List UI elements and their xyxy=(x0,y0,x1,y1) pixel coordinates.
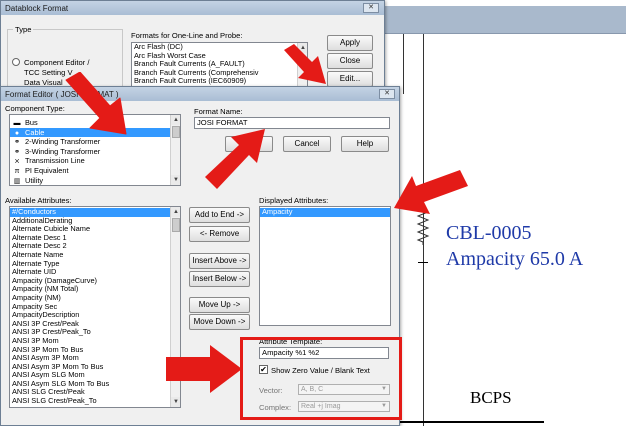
arrow-to-ok-icon xyxy=(205,129,265,189)
list-item[interactable]: Ampacity Sec xyxy=(10,303,180,312)
cable-icon: ● xyxy=(14,129,20,137)
arrow-to-template-icon xyxy=(166,345,242,393)
arrow-to-cable-icon xyxy=(65,72,127,135)
list-item-label: 3-Winding Transformer xyxy=(25,146,101,156)
list-item-label: Utility xyxy=(25,175,44,185)
background-toolbar-strip xyxy=(385,6,626,34)
list-item[interactable]: ANSI Sym 3P INT xyxy=(10,406,180,407)
move-down-button[interactable]: Move Down -> xyxy=(189,314,250,330)
edit-button[interactable]: Edit... xyxy=(327,71,373,87)
tick-mark xyxy=(418,262,428,263)
list-item[interactable]: Alternate Cubicle Name xyxy=(10,225,180,234)
scroll-up-icon[interactable]: ▲ xyxy=(171,115,180,125)
list-item[interactable]: ANSI SLG Crest/Peak_To xyxy=(10,397,180,406)
type-group-label: Type xyxy=(13,25,34,34)
bus-icon: ▬ xyxy=(13,120,21,127)
list-item-label: 2-Winding Transformer xyxy=(25,137,101,147)
remove-button[interactable]: <- Remove xyxy=(189,226,250,242)
component-editor-radio-label: Component Editor / xyxy=(24,58,90,67)
template-highlight-box xyxy=(240,337,402,420)
arrow-to-displayed-attributes-icon xyxy=(394,170,468,214)
pi-equivalent-icon: π xyxy=(14,167,20,175)
available-attributes-label: Available Attributes: xyxy=(5,196,72,205)
list-item[interactable]: Alternate UID xyxy=(10,268,180,277)
list-item[interactable]: AdditionalDerating xyxy=(10,217,180,226)
list-item[interactable]: ANSI Asym 3P Mom xyxy=(10,354,180,363)
available-attributes-list[interactable]: #/Conductors AdditionalDerating Alternate … xyxy=(9,206,181,408)
list-item[interactable]: Alternate Name xyxy=(10,251,180,260)
list-item[interactable]: ⚭ 2-Winding Transformer xyxy=(10,137,180,147)
component-editor-radio[interactable] xyxy=(12,58,20,66)
list-item[interactable]: ANSI Asym SLG Mom To Bus xyxy=(10,380,180,389)
component-type-scrollbar[interactable]: ▲ ▼ xyxy=(170,115,180,185)
scroll-thumb[interactable] xyxy=(172,218,180,232)
close-button[interactable]: Close xyxy=(327,53,373,69)
displayed-attributes-label: Displayed Attributes: xyxy=(259,196,329,205)
formats-label: Formats for One-Line and Probe: xyxy=(131,31,243,40)
list-item[interactable]: ANSI 3P Mom xyxy=(10,337,180,346)
cable-ampacity-label[interactable]: Ampacity 65.0 A xyxy=(446,248,583,271)
list-item[interactable]: Branch Fault Currents (A_FAULT) xyxy=(132,60,307,69)
scroll-down-icon[interactable]: ▼ xyxy=(171,175,180,185)
list-item[interactable]: ANSI 3P Crest/Peak xyxy=(10,320,180,329)
list-item[interactable]: ANSI SLG Crest/Peak xyxy=(10,388,180,397)
background-line xyxy=(403,34,404,94)
list-item[interactable]: Alternate Desc 2 xyxy=(10,242,180,251)
close-icon[interactable]: ✕ xyxy=(379,89,395,99)
list-item[interactable]: ANSI 3P Mom To Bus xyxy=(10,346,180,355)
list-item[interactable]: ANSI Asym SLG Mom xyxy=(10,371,180,380)
move-up-button[interactable]: Move Up -> xyxy=(189,297,250,313)
scroll-down-icon[interactable]: ▼ xyxy=(171,397,180,407)
list-item[interactable]: Arc Flash Worst Case xyxy=(132,52,307,61)
insert-above-button[interactable]: Insert Above -> xyxy=(189,253,250,269)
list-item[interactable]: ⚭ 3-Winding Transformer xyxy=(10,147,180,157)
apply-button[interactable]: Apply xyxy=(327,35,373,51)
list-item[interactable]: Ampacity (NM Total) xyxy=(10,285,180,294)
scroll-up-icon[interactable]: ▲ xyxy=(171,207,180,217)
utility-icon: ▥ xyxy=(13,177,21,185)
window-title: Datablock Format xyxy=(5,3,69,13)
list-item[interactable]: Alternate Type xyxy=(10,260,180,269)
list-item-label: Cable xyxy=(25,127,45,137)
list-item-label: PI Equivalent xyxy=(25,165,69,175)
datablock-titlebar: Datablock Format xyxy=(1,1,384,15)
list-item[interactable]: Ampacity (DamageCurve) xyxy=(10,277,180,286)
close-icon[interactable]: ✕ xyxy=(363,3,379,13)
bus-bar[interactable] xyxy=(392,421,544,423)
transformer-3w-icon: ⚭ xyxy=(14,148,20,156)
displayed-attributes-list[interactable]: Ampacity xyxy=(259,206,391,326)
cable-id-label[interactable]: CBL-0005 xyxy=(446,222,532,245)
list-item[interactable]: Alternate Desc 1 xyxy=(10,234,180,243)
insert-below-button[interactable]: Insert Below -> xyxy=(189,271,250,287)
help-button[interactable]: Help xyxy=(341,136,389,152)
add-to-end-button[interactable]: Add to End -> xyxy=(189,207,250,223)
list-item[interactable]: ANSI 3P Crest/Peak_To xyxy=(10,328,180,337)
list-item-label: Bus xyxy=(25,118,38,127)
list-item[interactable]: Ampacity (NM) xyxy=(10,294,180,303)
format-name-label: Format Name: xyxy=(194,107,243,116)
list-item-label: Transmission Line xyxy=(25,156,85,166)
list-item[interactable]: ⨯ Transmission Line xyxy=(10,156,180,166)
arrow-to-edit-icon xyxy=(284,44,326,84)
cancel-button[interactable]: Cancel xyxy=(283,136,331,152)
component-type-label: Component Type: xyxy=(5,104,65,113)
list-item[interactable]: AmpacityDescription xyxy=(10,311,180,320)
list-item[interactable]: π PI Equivalent xyxy=(10,166,180,176)
list-item[interactable]: Arc Flash (DC) xyxy=(132,43,307,52)
list-item[interactable]: #/Conductors xyxy=(10,208,180,217)
list-item[interactable]: ANSI Asym 3P Mom To Bus xyxy=(10,363,180,372)
list-item[interactable]: Branch Fault Currents (Comprehensiv xyxy=(132,69,307,78)
list-item[interactable]: Ampacity xyxy=(260,208,390,217)
list-item[interactable]: Branch Fault Currents (IEC60909) xyxy=(132,77,307,86)
list-item[interactable]: ▥ Utility xyxy=(10,175,180,185)
bus-label[interactable]: BCPS xyxy=(470,388,512,408)
transformer-2w-icon: ⚭ xyxy=(14,139,20,147)
scroll-thumb[interactable] xyxy=(172,126,180,138)
transmission-line-icon: ⨯ xyxy=(14,158,20,166)
